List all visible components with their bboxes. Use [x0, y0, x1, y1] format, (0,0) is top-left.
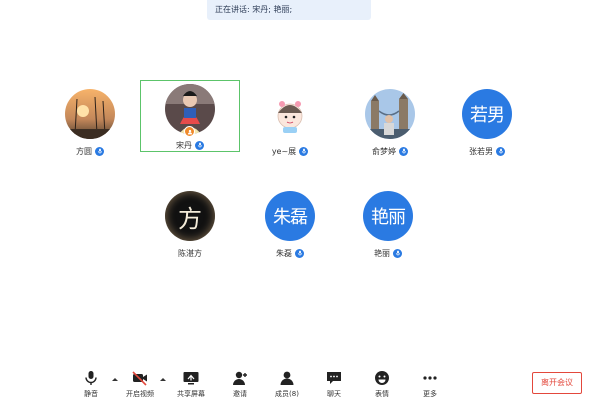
emoji-icon: [375, 371, 389, 385]
mic-icon: [299, 146, 309, 156]
share-screen-button[interactable]: 共享屏幕: [171, 370, 211, 400]
leave-meeting-button[interactable]: 离开会议: [532, 372, 582, 394]
participant-name: ye~展: [271, 146, 297, 156]
mic-icon: [496, 146, 505, 156]
meeting-toolbar: 静音 开启视频 共享屏幕 邀请 成员(8) 聊天 表情 更多: [0, 364, 600, 400]
participant-name: 陈湛方: [178, 248, 202, 258]
mute-button[interactable]: 静音: [71, 370, 111, 400]
avatar-text: 方: [165, 191, 215, 241]
members-label: 成员(8): [275, 390, 299, 398]
emoji-label: 表情: [375, 390, 389, 398]
host-icon: [184, 126, 195, 137]
avatar-text: 朱磊: [265, 191, 315, 241]
avatar: [265, 89, 315, 139]
participant-name: 朱磊: [276, 248, 292, 258]
participant-tile-fangyuan[interactable]: 方圆: [40, 80, 140, 156]
share-label: 共享屏幕: [177, 390, 205, 398]
chat-label: 聊天: [327, 390, 341, 398]
participant-tile-yanli[interactable]: 艳丽 艳丽: [338, 182, 438, 258]
avatar-text: 艳丽: [363, 191, 413, 241]
people-icon: [280, 371, 294, 385]
add-person-icon: [233, 371, 247, 385]
more-icon: [423, 376, 437, 380]
invite-button[interactable]: 邀请: [220, 370, 260, 400]
mic-icon: [295, 248, 304, 258]
participant-tile-zhangruonan[interactable]: 若男 张若男: [437, 80, 537, 156]
invite-label: 邀请: [233, 390, 247, 398]
share-screen-icon: [183, 372, 199, 385]
more-label: 更多: [423, 390, 437, 398]
caret-up-icon[interactable]: [159, 376, 167, 382]
avatar: [65, 89, 115, 139]
caret-up-icon[interactable]: [111, 376, 119, 382]
camera-off-icon: [132, 371, 147, 386]
meeting-window: 正在讲话: 宋丹; 艳丽; 方圆 宋丹 ye~展 俞梦婷 若男 张若男 方 陈湛…: [0, 0, 600, 400]
emoji-button[interactable]: 表情: [362, 370, 402, 400]
participant-name: 方圆: [76, 146, 92, 156]
participant-tile-songdan[interactable]: 宋丹: [140, 80, 240, 152]
participant-name: 张若男: [469, 146, 493, 156]
microphone-icon: [85, 371, 97, 385]
start-video-button[interactable]: 开启视频: [120, 370, 160, 400]
participant-name: 艳丽: [374, 248, 390, 258]
mic-icon: [95, 146, 104, 156]
participant-tile-ye[interactable]: ye~展: [240, 80, 340, 156]
participant-name: 俞梦婷: [372, 146, 396, 156]
participant-tile-chenzhanfang[interactable]: 方 陈湛方: [140, 182, 240, 258]
participant-name: 宋丹: [176, 140, 192, 150]
mic-icon: [195, 140, 204, 150]
chat-icon: [327, 372, 341, 384]
mute-label: 静音: [84, 390, 98, 398]
participant-tile-zhulei[interactable]: 朱磊 朱磊: [240, 182, 340, 258]
more-button[interactable]: 更多: [410, 370, 450, 400]
mic-icon: [393, 248, 402, 258]
participant-tile-yumengting[interactable]: 俞梦婷: [340, 80, 440, 156]
avatar-text: 若男: [462, 89, 512, 139]
avatar: [365, 89, 415, 139]
chat-button[interactable]: 聊天: [314, 370, 354, 400]
speaking-indicator: 正在讲话: 宋丹; 艳丽;: [207, 0, 371, 20]
mic-icon: [399, 146, 408, 156]
video-label: 开启视频: [126, 390, 154, 398]
members-button[interactable]: 成员(8): [267, 370, 307, 400]
